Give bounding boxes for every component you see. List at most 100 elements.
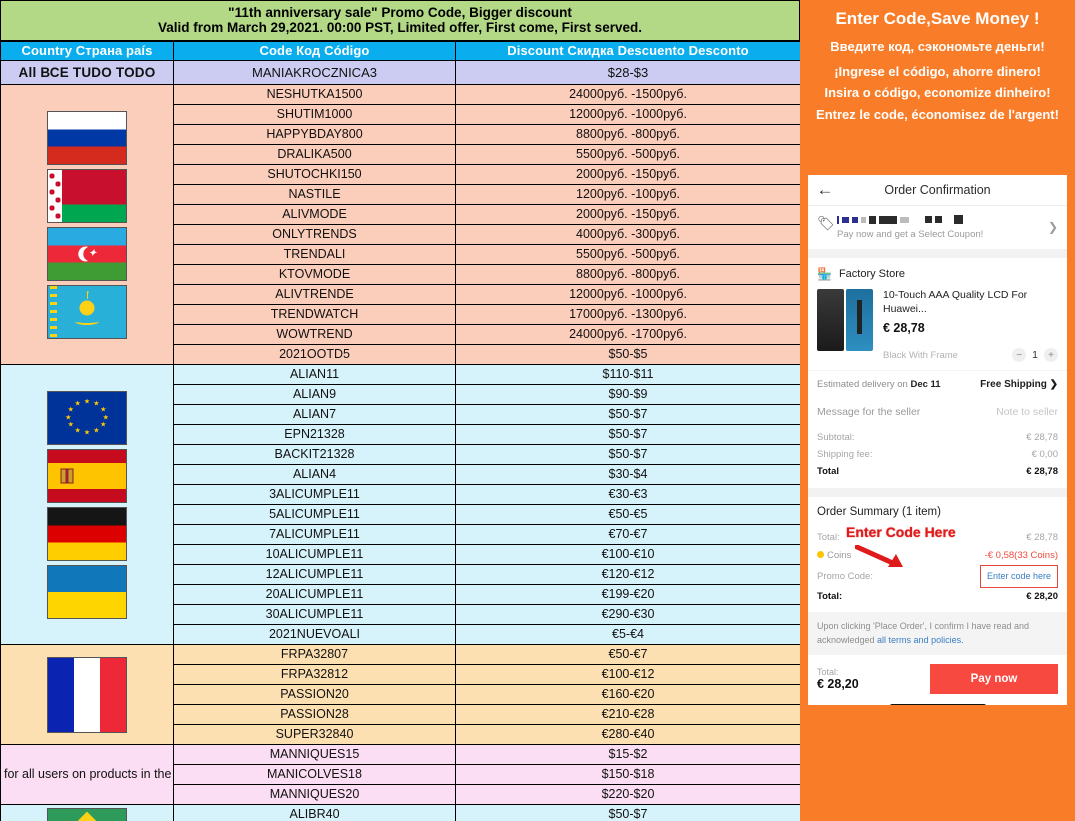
cell-country-all: All ВСЕ TUDO TODO (0, 60, 174, 85)
slogan-english: Enter Code,Save Money ! (835, 9, 1040, 28)
cell-code: ALIVTRENDE (173, 284, 456, 305)
product-price: € 28,78 (883, 321, 925, 336)
app-top-bar: ← Order Confirmation (808, 175, 1067, 206)
back-arrow-icon[interactable]: ← (808, 180, 842, 200)
cell-discount: €30-€3 (455, 484, 801, 505)
cell-code: 5ALICUMPLE11 (173, 504, 456, 525)
cell-discount: $50-$7 (455, 804, 801, 821)
table-row: for all users on products in the "3-7 da… (0, 744, 801, 805)
cell-discount: $50-$7 (455, 404, 801, 425)
cell-code: KTOVMODE (173, 264, 456, 285)
cell-code: MANICOLVES18 (173, 764, 456, 785)
order-summary-heading: Order Summary (1 item) (817, 506, 941, 519)
cell-discount: $15-$2 (455, 744, 801, 765)
home-indicator (889, 704, 986, 705)
cell-code: ALIBR40 (173, 804, 456, 821)
flag-ukraine (4, 564, 170, 619)
coupon-text: Pay now and get a Select Coupon! (837, 229, 984, 240)
coins-value: -€ 0,58(33 Coins) (984, 550, 1058, 562)
cell-code: 2021OOTD5 (173, 344, 456, 365)
chevron-right-icon[interactable]: ❯ (1048, 220, 1058, 234)
cell-code: 7ALICUMPLE11 (173, 524, 456, 545)
promotion-sidebar: Enter Code,Save Money ! Введите код, сэк… (800, 0, 1075, 821)
flag-brazil (4, 807, 170, 821)
terms-link[interactable]: all terms and policies. (877, 635, 964, 645)
shipping-fee-label: Shipping fee: (817, 448, 873, 460)
cell-code: 2021NUEVOALI (173, 624, 456, 645)
promo-banner: "11th anniversary sale" Promo Code, Bigg… (0, 0, 800, 41)
delivery-row[interactable]: Estimated delivery on Dec 11 Free Shippi… (808, 370, 1067, 398)
product-title: 10-Touch AAA Quality LCD For Huawei... (883, 289, 1028, 315)
order-confirmation-screenshot: ← Order Confirmation 🏷 Pay now and get a… (808, 175, 1067, 705)
coins-row[interactable]: Coins -€ 0,58(33 Coins) (817, 547, 1058, 565)
cell-discount: $50-$7 (455, 444, 801, 465)
cell-code: 20ALICUMPLE11 (173, 584, 456, 605)
pay-total: Total: € 28,20 (817, 667, 859, 691)
quantity-decrease-button[interactable]: − (1012, 348, 1027, 363)
seller-message-row[interactable]: Message for the seller Note to seller (808, 398, 1067, 426)
cell-discount: 5500руб. -500руб. (455, 144, 801, 165)
cell-code: 12ALICUMPLE11 (173, 564, 456, 585)
flag-kazakhstan (4, 284, 170, 339)
table-row: ALIBR40 $50-$7 (0, 804, 801, 821)
cell-discount: 2000руб. -150руб. (455, 164, 801, 185)
store-row[interactable]: 🏪 Factory Store (808, 258, 1067, 287)
promo-code-input[interactable]: Enter code here (979, 565, 1058, 589)
cell-discount: $220-$20 (455, 784, 801, 805)
country-cell-br (0, 804, 174, 821)
cell-code: 10ALICUMPLE11 (173, 544, 456, 565)
coupon-promo-banner[interactable]: 🏷 Pay now and get a Select Coupon! ❯ (808, 206, 1067, 249)
promo-code-row[interactable]: Promo Code: Enter code here (817, 565, 1058, 589)
coupon-icon: 🏷 (817, 215, 835, 231)
cell-code: ALIAN9 (173, 384, 456, 405)
total-value: € 28,78 (1026, 465, 1058, 477)
cell-code: ONLYTRENDS (173, 224, 456, 245)
store-icon: 🏪 (817, 267, 832, 281)
cell-code: MANIAKROCZNICA3 (173, 60, 456, 85)
cell-code: ALIVMODE (173, 204, 456, 225)
shipping-option[interactable]: Free Shipping ❯ (980, 379, 1058, 390)
cell-discount: 2000руб. -150руб. (455, 204, 801, 225)
table-header-row: Country Страна país Code Код Código Disc… (0, 41, 801, 61)
cell-code: DRALIKA500 (173, 144, 456, 165)
cell-discount: $50-$5 (455, 344, 801, 365)
cell-code: 30ALICUMPLE11 (173, 604, 456, 625)
column-header-code: Code Код Código (173, 41, 456, 61)
section-divider (808, 488, 1067, 498)
cell-discount: 24000руб. -1500руб. (455, 84, 801, 105)
cell-discount: 24000руб. -1700руб. (455, 324, 801, 345)
app-screen-title: Order Confirmation (884, 183, 991, 197)
product-variant: Black With Frame (883, 349, 958, 361)
cell-code: PASSION28 (173, 704, 456, 725)
cell-discount: €5-€4 (455, 624, 801, 645)
quantity-stepper[interactable]: − 1 + (1012, 348, 1058, 363)
product-row[interactable]: 10-Touch AAA Quality LCD For Huawei... €… (808, 287, 1067, 370)
delivery-date: Dec 11 (910, 379, 941, 391)
country-cell-eu: ★ ★ ★ ★ ★ ★ ★ ★ ★ ★ ★ ★ (0, 364, 174, 645)
final-total-label: Total: (817, 591, 843, 603)
cell-discount: €70-€7 (455, 524, 801, 545)
slogan-spanish: ¡Ingrese el código, ahorre dinero! (834, 63, 1041, 79)
cell-code: HAPPYBDAY800 (173, 124, 456, 145)
flag-russia (4, 110, 170, 165)
page-root: "11th anniversary sale" Promo Code, Bigg… (0, 0, 1075, 821)
pay-now-button[interactable]: Pay now (930, 664, 1058, 695)
quantity-increase-button[interactable]: + (1044, 348, 1058, 363)
table-row: All ВСЕ TUDO TODO MANIAKROCZNICA3 $28-$3 (0, 60, 801, 85)
cell-code: MANNIQUES15 (173, 744, 456, 765)
pay-bar: Total: € 28,20 Pay now (808, 655, 1067, 701)
seller-message-input[interactable]: Note to seller (996, 406, 1058, 418)
promo-code-label: Promo Code: (817, 570, 873, 582)
cell-code: MANNIQUES20 (173, 784, 456, 805)
cell-discount: $110-$11 (455, 364, 801, 385)
cell-discount: €160-€20 (455, 684, 801, 705)
cell-code: ALIAN11 (173, 364, 456, 385)
cell-code: FRPA32807 (173, 644, 456, 665)
cell-code: NASTILE (173, 184, 456, 205)
cell-code: SHUTIM1000 (173, 104, 456, 125)
flag-european-union: ★ ★ ★ ★ ★ ★ ★ ★ ★ ★ ★ ★ (4, 390, 170, 445)
flag-spain (4, 448, 170, 503)
table-row: ★ ★ ★ ★ ★ ★ ★ ★ ★ ★ ★ ★ ALIAN11 $110-$11 (0, 364, 801, 645)
subtotal-value: € 28,78 (1026, 432, 1058, 444)
shipping-fee-value: € 0,00 (1031, 448, 1058, 460)
